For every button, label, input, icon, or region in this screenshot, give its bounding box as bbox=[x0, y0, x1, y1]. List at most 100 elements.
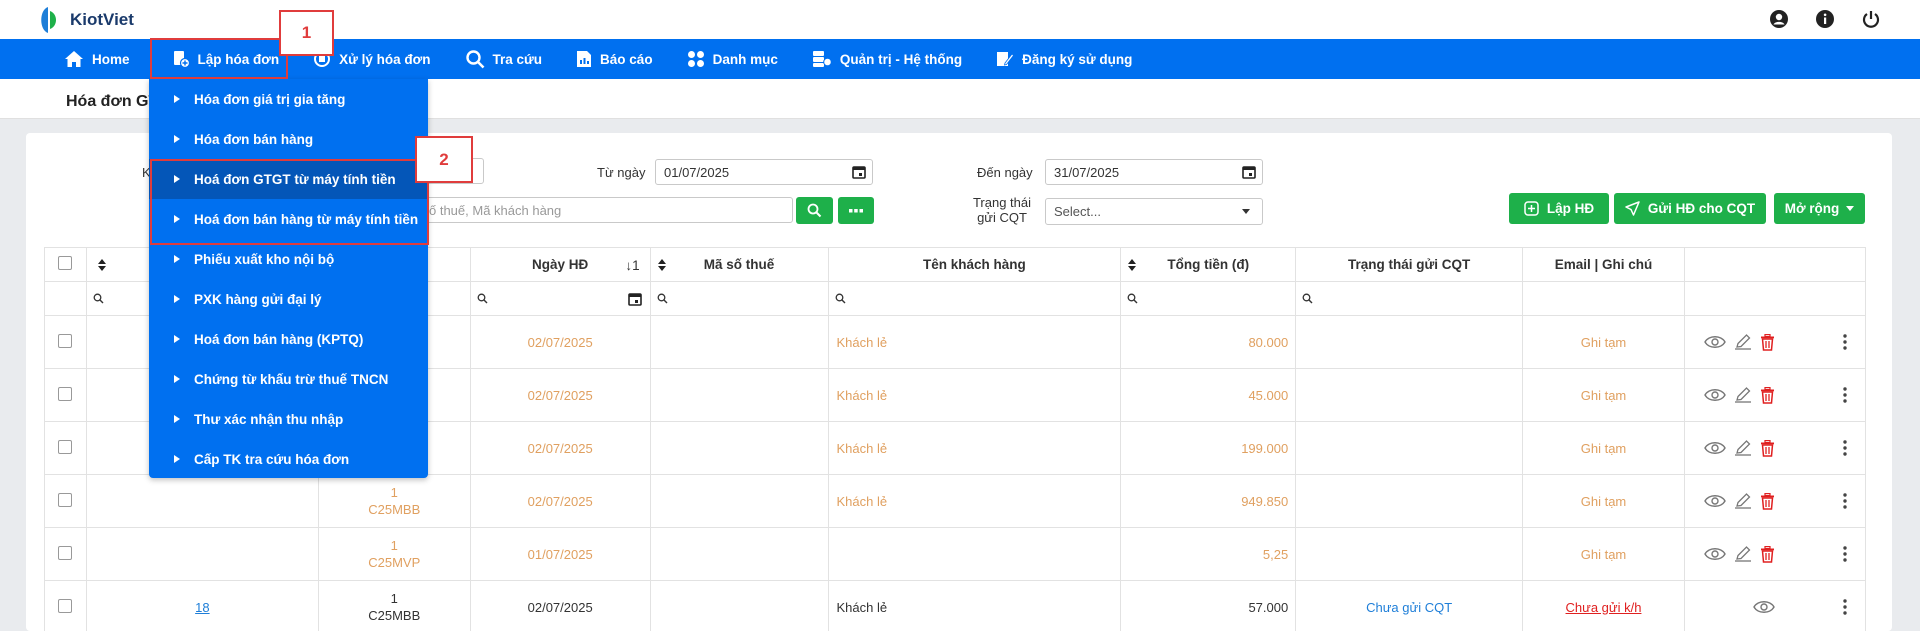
header-total[interactable]: Tổng tiền (đ) bbox=[1120, 247, 1297, 282]
dropdown-item[interactable]: PXK hàng gửi đại lý bbox=[149, 279, 428, 319]
header-email: Email | Ghi chú bbox=[1522, 247, 1685, 282]
eye-icon[interactable] bbox=[1753, 600, 1775, 614]
dropdown-item[interactable]: Phiếu xuất kho nội bộ bbox=[149, 239, 428, 279]
from-date-label: Từ ngày bbox=[597, 165, 646, 180]
kebab-menu-icon[interactable] bbox=[1843, 334, 1847, 350]
filter-total[interactable] bbox=[1120, 281, 1297, 316]
kebab-menu-icon[interactable] bbox=[1843, 387, 1847, 403]
header-actions bbox=[1683, 247, 1867, 282]
status-cell bbox=[1295, 315, 1524, 369]
eye-icon[interactable] bbox=[1704, 441, 1726, 455]
invoice-number-cell bbox=[85, 527, 319, 581]
edit-icon[interactable] bbox=[1734, 387, 1752, 403]
eye-icon[interactable] bbox=[1704, 335, 1726, 349]
report-icon bbox=[577, 51, 592, 67]
filter-status[interactable] bbox=[1295, 281, 1524, 316]
total-cell: 199.000 bbox=[1120, 421, 1297, 475]
edit-icon[interactable] bbox=[1734, 334, 1752, 350]
power-icon[interactable] bbox=[1860, 8, 1882, 30]
more-options-button[interactable] bbox=[838, 197, 874, 224]
tax-code-cell bbox=[649, 474, 829, 528]
trash-icon[interactable] bbox=[1760, 333, 1775, 351]
row-checkbox[interactable] bbox=[58, 386, 73, 401]
nav-report[interactable]: Báo cáo bbox=[576, 39, 653, 79]
search-button[interactable] bbox=[796, 197, 833, 224]
invoice-number-link[interactable]: 18 bbox=[195, 600, 209, 615]
dropdown-item-label: Thư xác nhận thu nhập bbox=[194, 411, 344, 427]
kebab-menu-icon[interactable] bbox=[1843, 440, 1847, 456]
info-icon[interactable] bbox=[1814, 8, 1836, 30]
eye-icon[interactable] bbox=[1704, 494, 1726, 508]
trash-icon[interactable] bbox=[1760, 492, 1775, 510]
eye-icon[interactable] bbox=[1704, 388, 1726, 402]
caret-right-icon bbox=[174, 375, 180, 383]
filter-tax[interactable] bbox=[649, 281, 829, 316]
kebab-menu-icon[interactable] bbox=[1843, 546, 1847, 562]
table-row[interactable]: 1 C25MVP 01/07/2025 5,25 Ghi tạm bbox=[44, 527, 1867, 581]
logo[interactable]: KiotViet bbox=[34, 4, 134, 36]
dropdown-item[interactable]: Chứng từ khấu trừ thuế TNCN bbox=[149, 359, 428, 399]
dropdown-item[interactable]: Thư xác nhận thu nhập bbox=[149, 399, 428, 439]
create-invoice-button[interactable]: Lập HĐ bbox=[1509, 193, 1609, 224]
filter-date[interactable] bbox=[469, 281, 651, 316]
dropdown-item-label: Hoá đơn bán hàng (KPTQ) bbox=[194, 331, 364, 347]
calendar-icon[interactable] bbox=[852, 165, 866, 179]
row-checkbox[interactable] bbox=[58, 545, 73, 560]
nav-register[interactable]: Đăng ký sử dụng bbox=[996, 39, 1132, 79]
nav-admin[interactable]: Quản trị - Hệ thống bbox=[812, 39, 962, 79]
annotation-box-2 bbox=[150, 159, 429, 245]
admin-icon bbox=[812, 51, 832, 67]
dropdown-item[interactable]: Hóa đơn giá trị gia tăng bbox=[149, 79, 428, 119]
dropdown-item[interactable]: Hóa đơn bán hàng bbox=[149, 119, 428, 159]
dropdown-item-label: PXK hàng gửi đại lý bbox=[194, 291, 322, 307]
trash-icon[interactable] bbox=[1760, 386, 1775, 404]
expand-menu-button[interactable]: Mở rộng bbox=[1774, 193, 1865, 224]
row-checkbox[interactable] bbox=[58, 598, 73, 613]
invoice-number-cell: 18 bbox=[85, 580, 319, 631]
header-tax-code[interactable]: Mã số thuế bbox=[649, 247, 829, 282]
nav-home[interactable]: Home bbox=[64, 39, 130, 79]
trash-icon[interactable] bbox=[1760, 439, 1775, 457]
customer-cell: Khách lẻ bbox=[827, 315, 1122, 369]
header-date[interactable]: Ngày HĐ ↓1 bbox=[469, 247, 651, 282]
total-cell: 949.850 bbox=[1120, 474, 1297, 528]
kebab-menu-icon[interactable] bbox=[1843, 493, 1847, 509]
eye-icon[interactable] bbox=[1704, 547, 1726, 561]
kebab-menu-icon[interactable] bbox=[1843, 599, 1847, 615]
dropdown-item[interactable]: Cấp TK tra cứu hóa đơn bbox=[149, 439, 428, 479]
select-all-checkbox[interactable] bbox=[58, 256, 73, 270]
tax-code-cell bbox=[649, 368, 829, 422]
to-date-input[interactable]: 31/07/2025 bbox=[1045, 159, 1263, 185]
search-icon bbox=[1127, 293, 1138, 304]
table-row[interactable]: 1 C25MBB 02/07/2025 Khách lẻ 949.850 Ghi tạm bbox=[44, 474, 1867, 528]
note-text[interactable]: Chưa gửi k/h bbox=[1566, 600, 1642, 615]
row-checkbox[interactable] bbox=[58, 492, 73, 507]
edit-icon[interactable] bbox=[1734, 493, 1752, 509]
trash-icon[interactable] bbox=[1760, 545, 1775, 563]
status-select[interactable]: Select... bbox=[1045, 198, 1263, 225]
search-icon bbox=[1302, 293, 1313, 304]
actions-cell bbox=[1683, 580, 1867, 631]
nav-lookup[interactable]: Tra cứu bbox=[465, 39, 542, 79]
row-checkbox[interactable] bbox=[58, 333, 73, 348]
from-date-input[interactable]: 01/07/2025 bbox=[655, 159, 873, 185]
send-to-tax-button[interactable]: Gửi HĐ cho CQT bbox=[1614, 193, 1766, 224]
total-cell: 80.000 bbox=[1120, 315, 1297, 369]
note-cell: Ghi tạm bbox=[1522, 315, 1685, 369]
note-text: Ghi tạm bbox=[1580, 387, 1627, 403]
edit-icon[interactable] bbox=[1734, 546, 1752, 562]
search-icon bbox=[807, 203, 822, 218]
dropdown-item[interactable]: Hoá đơn bán hàng (KPTQ) bbox=[149, 319, 428, 359]
table-row[interactable]: 18 1 C25MBB 02/07/2025 Khách lẻ 57.000 Chưa gử… bbox=[44, 580, 1867, 631]
calendar-icon[interactable] bbox=[627, 292, 642, 306]
row-checkbox[interactable] bbox=[58, 439, 73, 454]
nav-catalog[interactable]: Danh mục bbox=[687, 39, 778, 79]
user-icon[interactable] bbox=[1768, 8, 1790, 30]
edit-icon[interactable] bbox=[1734, 440, 1752, 456]
calendar-icon[interactable] bbox=[1242, 165, 1256, 179]
date-cell: 01/07/2025 bbox=[469, 527, 651, 581]
status-cell: Chưa gửi CQT bbox=[1295, 580, 1524, 631]
customer-cell: Khách lẻ bbox=[827, 474, 1122, 528]
filter-customer[interactable] bbox=[827, 281, 1122, 316]
search-input[interactable]: ố thuế, Mã khách hàng bbox=[420, 197, 793, 223]
